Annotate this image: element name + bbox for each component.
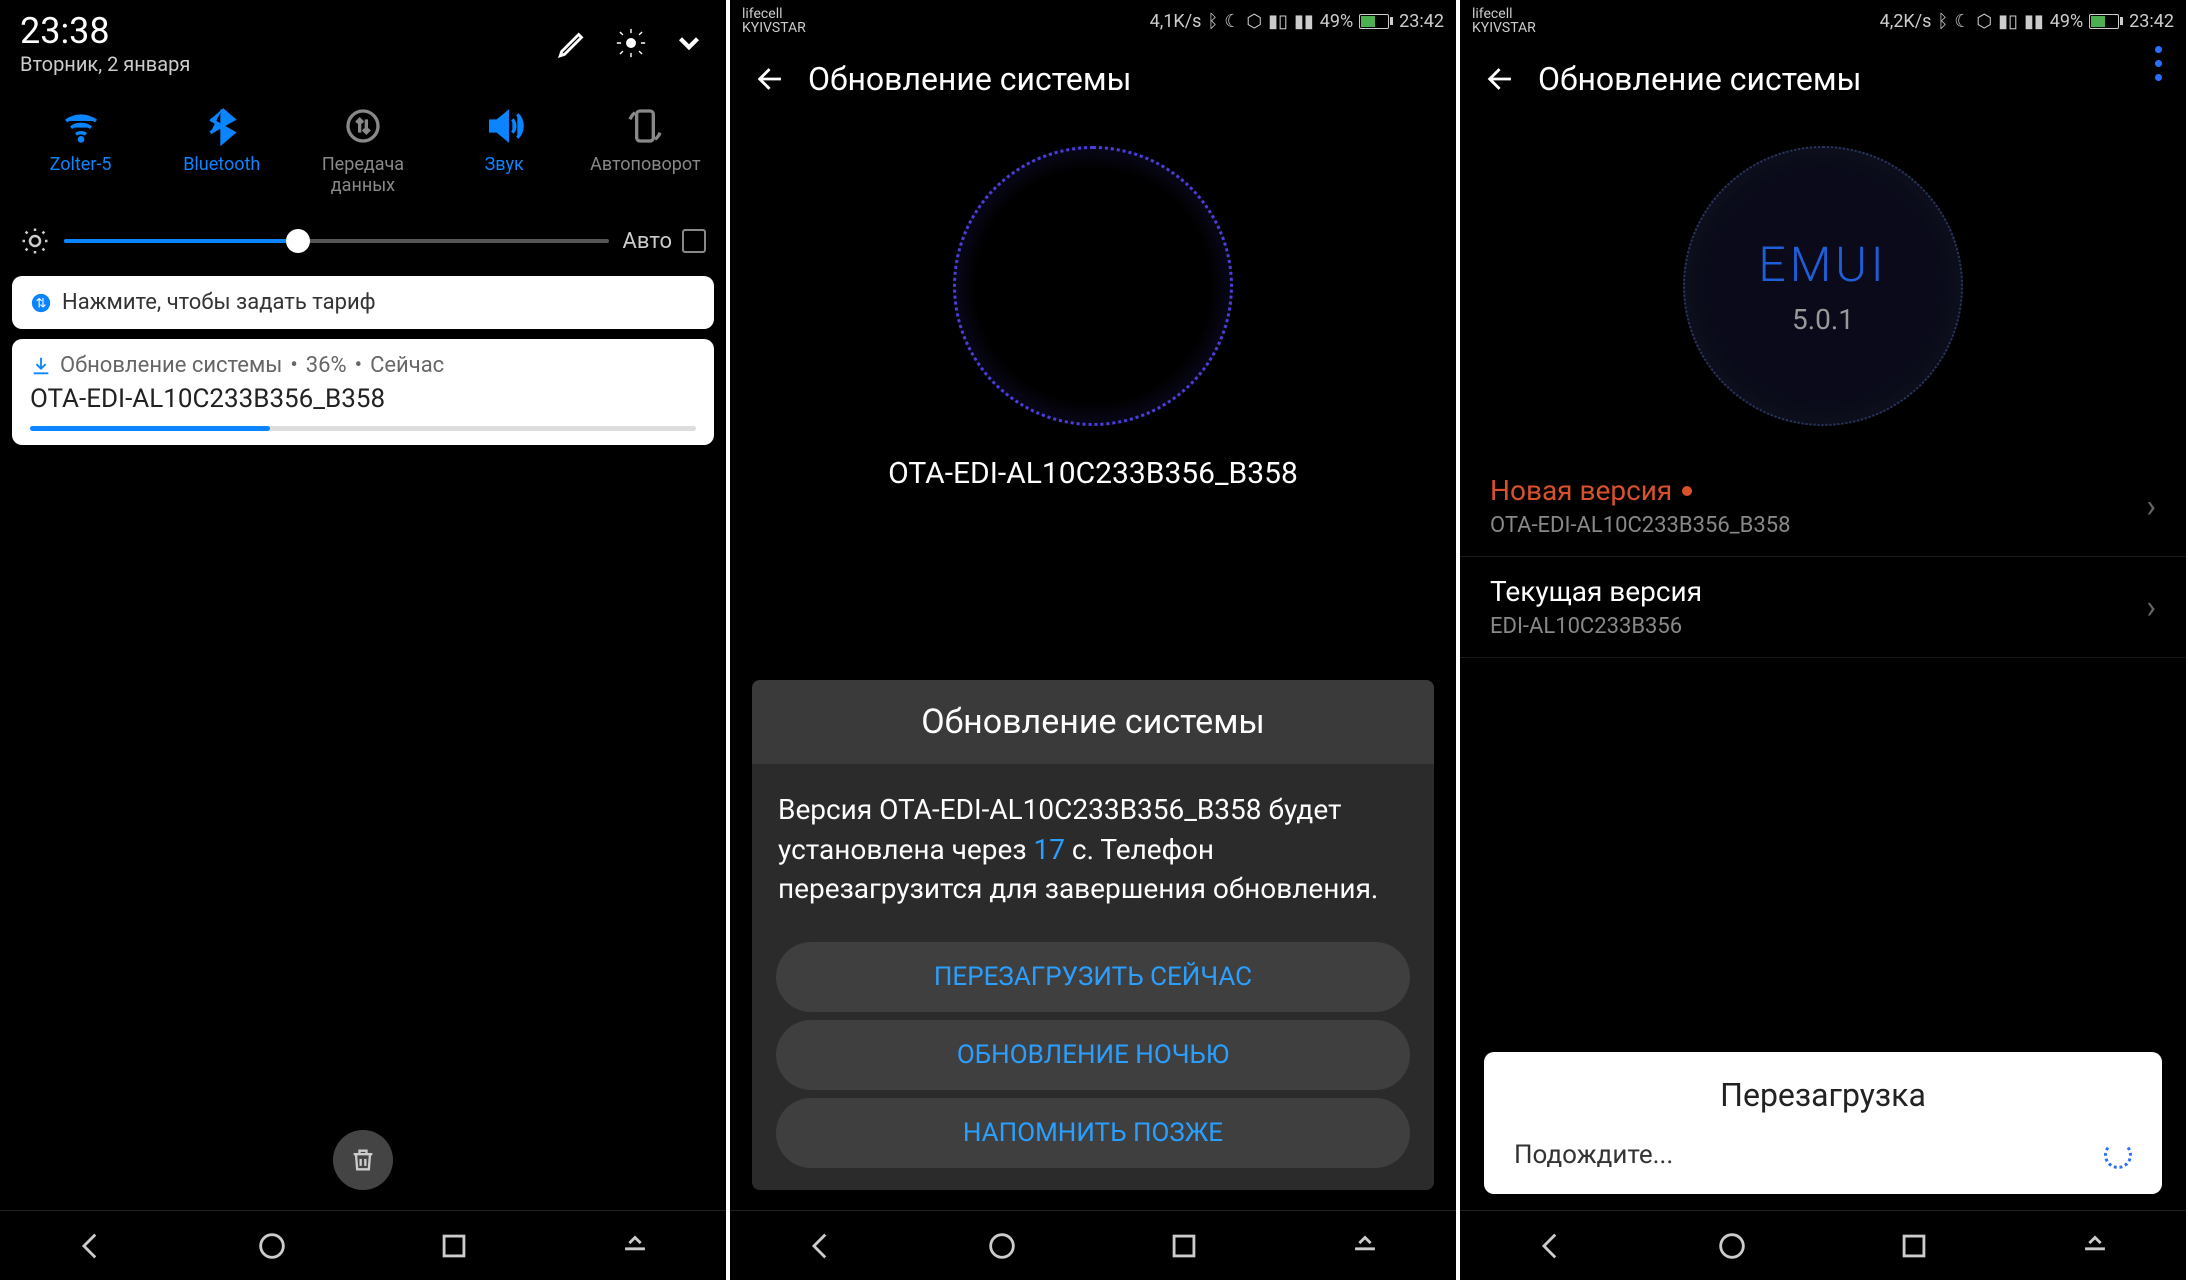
chevron-right-icon: › [2146, 487, 2156, 525]
recents-button[interactable] [437, 1229, 471, 1263]
data-icon [343, 106, 383, 146]
back-arrow-icon[interactable] [1484, 62, 1518, 96]
sound-icon [484, 106, 524, 146]
qs-bluetooth[interactable]: Bluetooth [152, 106, 292, 196]
back-arrow-icon[interactable] [754, 62, 788, 96]
qs-label: Звук [485, 154, 524, 175]
nav-bar [730, 1210, 1456, 1280]
reboot-now-button[interactable]: ПЕРЕЗАГРУЗИТЬ СЕЙЧАС [776, 942, 1410, 1012]
emui-brand: EMUI [1758, 236, 1887, 293]
qs-label: Zolter-5 [50, 154, 112, 175]
info-icon: ⇅ [30, 292, 52, 314]
ota-version-line: OTA-EDI-AL10C233B356_B358 [730, 456, 1456, 491]
signal-icon: ▮▯ [1998, 11, 2018, 32]
nav-bar [0, 1210, 726, 1280]
qs-data[interactable]: Передача данных [293, 106, 433, 196]
new-version-row[interactable]: Новая версия OTA-EDI-AL10C233B356_B358 › [1460, 456, 2186, 557]
page-title: Обновление системы [1538, 60, 1861, 98]
toast-title: Перезагрузка [1514, 1076, 2132, 1114]
rotate-icon [625, 106, 665, 146]
clock-time: 23:38 [20, 10, 190, 52]
reboot-toast: Перезагрузка Подождите... [1484, 1052, 2162, 1194]
page-title: Обновление системы [808, 60, 1131, 98]
chevron-down-icon[interactable] [672, 26, 706, 60]
gear-icon[interactable] [614, 26, 648, 60]
brightness-icon [20, 226, 50, 256]
clock-date: Вторник, 2 января [20, 52, 190, 76]
current-version-row[interactable]: Текущая версия EDI-AL10C233B356 › [1460, 557, 2186, 658]
status-bar: lifecell KYIVSTAR 4,1K/s ᛒ ☾ ⬡ ▮▯ ▮▮ 49%… [730, 0, 1456, 42]
new-badge-dot [1682, 486, 1692, 496]
back-button[interactable] [74, 1229, 108, 1263]
wifi-icon [61, 106, 101, 146]
update-night-button[interactable]: ОБНОВЛЕНИЕ НОЧЬЮ [776, 1020, 1410, 1090]
chevron-right-icon: › [2146, 588, 2156, 626]
status-header: 23:38 Вторник, 2 января [0, 0, 726, 86]
remind-later-button[interactable]: НАПОМНИТЬ ПОЗЖЕ [776, 1098, 1410, 1168]
emui-logo-ring: EMUI 5.0.1 [1683, 146, 1963, 426]
signal-icon: ▮▮ [1294, 11, 1314, 32]
dnd-icon: ☾ [1954, 11, 1970, 32]
phone-screenshot-2: lifecell KYIVSTAR 4,1K/s ᛒ ☾ ⬡ ▮▯ ▮▮ 49%… [730, 0, 1456, 1280]
wifi-icon: ⬡ [1246, 11, 1262, 32]
pencil-icon[interactable] [556, 26, 590, 60]
home-button[interactable] [985, 1229, 1019, 1263]
toast-body: Подождите... [1514, 1140, 1673, 1170]
spinner-icon [2104, 1141, 2132, 1169]
brightness-slider[interactable] [64, 239, 609, 243]
download-icon [30, 355, 52, 377]
brightness-thumb[interactable] [286, 229, 310, 253]
title-bar: Обновление системы [730, 42, 1456, 116]
qs-label: Автоповорот [590, 154, 701, 175]
bluetooth-icon: ᛒ [1207, 11, 1218, 32]
tariff-notice-card[interactable]: ⇅ Нажмите, чтобы задать тариф [12, 276, 714, 329]
auto-brightness-toggle[interactable]: Авто [623, 229, 706, 254]
trash-icon [349, 1146, 377, 1174]
hide-nav-button[interactable] [1348, 1229, 1382, 1263]
qs-sound[interactable]: Звук [434, 106, 574, 196]
checkbox-icon [682, 229, 706, 253]
qs-label: Bluetooth [183, 154, 260, 175]
emui-version: 5.0.1 [1792, 303, 1854, 336]
title-bar: Обновление системы [1460, 42, 2186, 116]
clear-notifications-button[interactable] [333, 1130, 393, 1190]
qs-wifi[interactable]: Zolter-5 [11, 106, 151, 196]
signal-icon: ▮▮ [2024, 11, 2044, 32]
home-button[interactable] [255, 1229, 289, 1263]
hide-nav-button[interactable] [618, 1229, 652, 1263]
phone-screenshot-1: 23:38 Вторник, 2 января Zolter-5 Bluetoo… [0, 0, 726, 1280]
bluetooth-icon [202, 106, 242, 146]
qs-label: Передача данных [293, 154, 433, 196]
dialog-title: Обновление системы [752, 680, 1434, 764]
progress-ring: 100% Готово [953, 146, 1233, 426]
home-button[interactable] [1715, 1229, 1749, 1263]
phone-screenshot-3: lifecell KYIVSTAR 4,2K/s ᛒ ☾ ⬡ ▮▯ ▮▮ 49%… [1460, 0, 2186, 1280]
back-button[interactable] [804, 1229, 838, 1263]
quick-settings-row: Zolter-5 Bluetooth Передача данных Звук … [0, 86, 726, 216]
wifi-icon: ⬡ [1976, 11, 1992, 32]
brightness-slider-row: Авто [0, 216, 726, 266]
hide-nav-button[interactable] [2078, 1229, 2112, 1263]
back-button[interactable] [1534, 1229, 1568, 1263]
notice-text: Нажмите, чтобы задать тариф [62, 290, 376, 315]
notification-body: OTA-EDI-AL10C233B356_B358 [30, 384, 696, 414]
battery-icon [1359, 14, 1393, 29]
qs-rotate[interactable]: Автоповорот [575, 106, 715, 196]
recents-button[interactable] [1167, 1229, 1201, 1263]
nav-bar [1460, 1210, 2186, 1280]
svg-text:⇅: ⇅ [36, 296, 47, 311]
status-bar: lifecell KYIVSTAR 4,2K/s ᛒ ☾ ⬡ ▮▯ ▮▮ 49%… [1460, 0, 2186, 42]
countdown-seconds: 17 [1034, 833, 1065, 866]
battery-icon [2089, 14, 2123, 29]
download-progress [30, 426, 696, 431]
overflow-menu-button[interactable] [2155, 46, 2162, 81]
recents-button[interactable] [1897, 1229, 1931, 1263]
bluetooth-icon: ᛒ [1937, 11, 1948, 32]
dialog-body: Версия OTA-EDI-AL10C233B356_B358 будет у… [752, 764, 1434, 934]
signal-icon: ▮▯ [1268, 11, 1288, 32]
update-dialog: Обновление системы Версия OTA-EDI-AL10C2… [752, 680, 1434, 1190]
dnd-icon: ☾ [1224, 11, 1240, 32]
system-update-notification[interactable]: Обновление системы • 36% • Сейчас OTA-ED… [12, 339, 714, 445]
